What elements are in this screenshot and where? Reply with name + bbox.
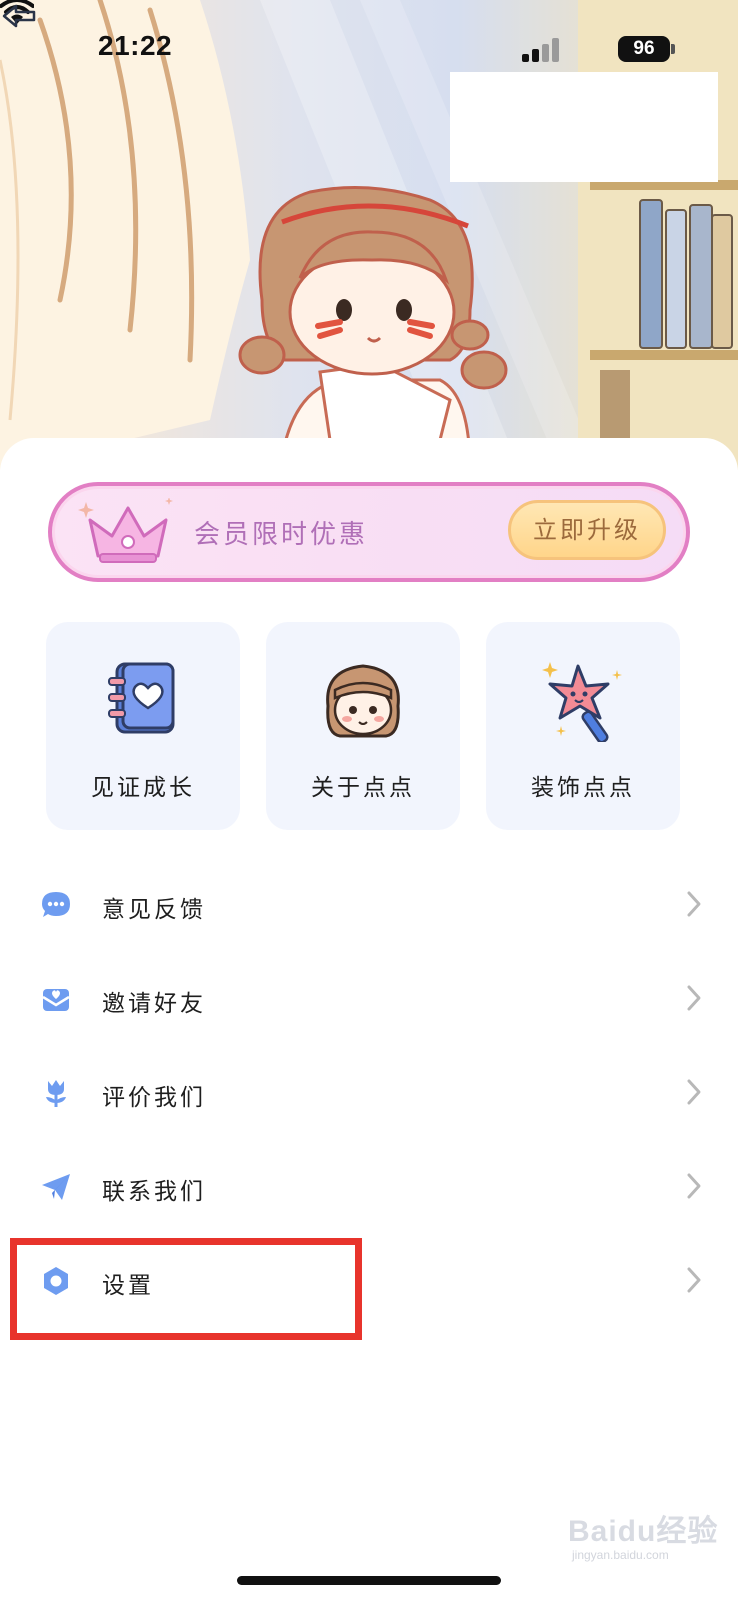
card-about-label: 关于点点: [311, 775, 415, 801]
notebook-heart-icon: [108, 662, 175, 734]
vip-promo-banner[interactable]: 会员限时优惠 立即升级: [48, 482, 690, 582]
menu-label-invite: 邀请好友: [102, 991, 206, 1017]
chevron-right-icon: [687, 985, 701, 1011]
card-decorate-label: 装饰点点: [531, 775, 635, 801]
crown-icon: [78, 498, 173, 563]
tulip-icon: [46, 1080, 66, 1107]
card-growth[interactable]: 见证成长: [46, 622, 240, 830]
menu-label-rate: 评价我们: [102, 1085, 206, 1111]
menu-item-feedback[interactable]: 意见反馈: [0, 858, 738, 952]
card-growth-label: 见证成长: [91, 775, 195, 801]
battery-tip: [671, 44, 675, 54]
chat-bubble-icon: [42, 892, 70, 917]
settings-highlight-annotation: [10, 1238, 362, 1340]
battery-level: 96: [618, 36, 670, 62]
menu-item-rate[interactable]: 评价我们: [0, 1046, 738, 1140]
chevron-right-icon: [687, 891, 701, 917]
chevron-right-icon: [687, 1267, 701, 1293]
header-illustration: 21:22 96: [0, 0, 738, 470]
menu-item-contact[interactable]: 联系我们: [0, 1140, 738, 1234]
redaction-block: [450, 72, 718, 182]
menu-item-invite[interactable]: 邀请好友: [0, 952, 738, 1046]
paper-plane-icon: [42, 1174, 70, 1200]
chevron-right-icon: [687, 1173, 701, 1199]
chevron-right-icon: [687, 1079, 701, 1105]
back-arrow-icon[interactable]: [0, 0, 40, 32]
card-decorate[interactable]: 装饰点点: [486, 622, 680, 830]
menu-label-contact: 联系我们: [102, 1179, 206, 1205]
star-wand-icon: [542, 662, 622, 742]
envelope-icon: [42, 989, 70, 1011]
feature-cards: 见证成长 关于点点 装饰点点: [46, 622, 692, 832]
menu-label-feedback: 意见反馈: [102, 897, 206, 923]
card-about[interactable]: 关于点点: [266, 622, 460, 830]
status-time: 21:22: [98, 30, 173, 61]
baidu-watermark-url: jingyan.baidu.com: [572, 1548, 669, 1562]
home-indicator[interactable]: [237, 1576, 501, 1585]
girl-avatar-icon: [326, 664, 400, 738]
upgrade-now-button[interactable]: 立即升级: [508, 500, 666, 560]
cellular-signal-icon: [522, 38, 562, 62]
vip-promo-text: 会员限时优惠: [194, 520, 369, 550]
baidu-watermark: Baidu经验: [568, 1515, 719, 1548]
